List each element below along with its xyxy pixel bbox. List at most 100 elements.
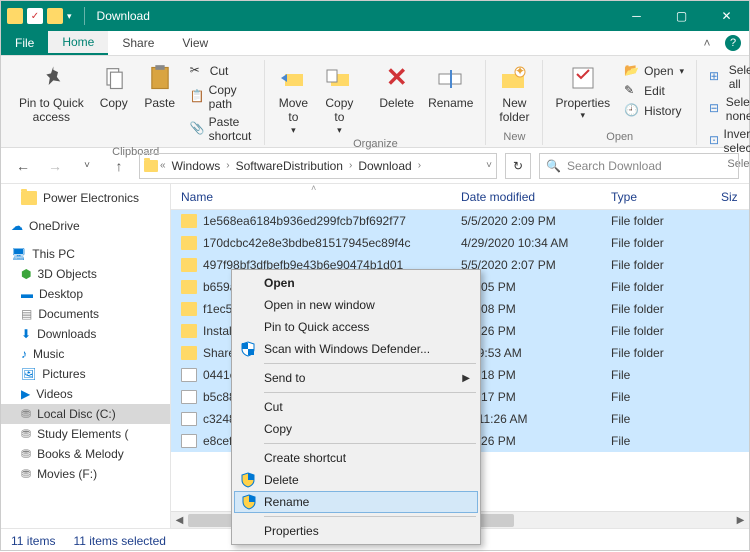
ctx-copy[interactable]: Copy <box>234 418 478 440</box>
new-group-label: New <box>503 131 525 143</box>
select-all-button[interactable]: ⊞Select all <box>707 62 750 92</box>
drive-icon: ⛃ <box>21 447 31 461</box>
ribbon-tabs: File Home Share View ˄ ? <box>1 31 749 56</box>
forward-button[interactable]: → <box>43 154 67 178</box>
drive-icon: ⛃ <box>21 467 31 481</box>
maximize-button[interactable]: ▢ <box>659 1 704 31</box>
nav-3d-objects[interactable]: ⬢3D Objects <box>1 264 170 284</box>
pin-quick-access-button[interactable]: Pin to Quick access <box>13 60 90 127</box>
ctx-create-shortcut[interactable]: Create shortcut <box>234 447 478 469</box>
scroll-left-icon[interactable]: ◀ <box>171 512 188 529</box>
ctx-pin-quick-access[interactable]: Pin to Quick access <box>234 316 478 338</box>
selection-count: 11 items selected <box>73 534 166 548</box>
delete-button[interactable]: ✕Delete <box>373 60 420 112</box>
edit-button[interactable]: ✎Edit <box>622 82 686 100</box>
ctx-open-new-window[interactable]: Open in new window <box>234 294 478 316</box>
breadcrumb-item[interactable]: SoftwareDistribution <box>232 159 347 173</box>
explorer-icon <box>7 8 23 24</box>
breadcrumb-item[interactable]: Windows <box>168 159 225 173</box>
table-row[interactable]: 1e568ea6184b936ed299fcb7bf692f775/5/2020… <box>171 210 749 232</box>
history-button[interactable]: 🕘History <box>622 102 686 120</box>
nav-this-pc[interactable]: 🖥This PC <box>1 244 170 264</box>
file-icon <box>181 390 197 404</box>
file-icon <box>181 412 197 426</box>
move-to-button[interactable]: Move to▾ <box>271 60 315 138</box>
svg-text:✦: ✦ <box>515 64 525 78</box>
nav-study[interactable]: ⛃Study Elements ( <box>1 424 170 444</box>
pc-icon: 🖥 <box>11 247 26 261</box>
search-input[interactable]: 🔍 Search Download <box>539 153 739 179</box>
folder-icon <box>181 214 197 228</box>
copy-path-button[interactable]: 📋Copy path <box>188 82 255 112</box>
cut-button[interactable]: ✂Cut <box>188 62 255 80</box>
table-row[interactable]: 170dcbc42e8e3bdbe81517945ec89f4c4/29/202… <box>171 232 749 254</box>
folder-icon <box>181 346 197 360</box>
col-date[interactable]: Date modified <box>451 190 601 204</box>
qat-dropdown-icon[interactable]: ▾ <box>67 11 72 22</box>
share-tab[interactable]: Share <box>108 31 168 55</box>
ctx-send-to[interactable]: Send to▶ <box>234 367 478 389</box>
back-button[interactable]: ← <box>11 154 35 178</box>
scroll-right-icon[interactable]: ▶ <box>732 512 749 529</box>
folder-icon <box>181 302 197 316</box>
ribbon: Pin to Quick access Copy Paste ✂Cut 📋Cop… <box>1 56 749 148</box>
ctx-delete[interactable]: Delete <box>234 469 478 491</box>
home-tab[interactable]: Home <box>48 31 108 55</box>
nav-videos[interactable]: ▶Videos <box>1 384 170 404</box>
copy-button[interactable]: Copy <box>92 60 136 112</box>
ctx-defender-scan[interactable]: Scan with Windows Defender... <box>234 338 478 360</box>
ctx-properties[interactable]: Properties <box>234 520 478 542</box>
nav-music[interactable]: ♪Music <box>1 344 170 364</box>
paste-button[interactable]: Paste <box>138 60 182 112</box>
refresh-button[interactable]: ↻ <box>505 153 531 179</box>
help-button[interactable]: ? <box>725 35 741 51</box>
col-size[interactable]: Siz <box>711 190 749 204</box>
nav-onedrive[interactable]: ☁OneDrive <box>1 216 170 236</box>
nav-desktop[interactable]: ▬Desktop <box>1 284 170 304</box>
nav-documents[interactable]: ▤Documents <box>1 304 170 324</box>
window-title: Download <box>97 9 150 23</box>
breadcrumb[interactable]: « Windows› SoftwareDistribution› Downloa… <box>139 153 497 179</box>
folder-icon <box>144 160 158 172</box>
nav-books[interactable]: ⛃Books & Melody <box>1 444 170 464</box>
up-button[interactable]: ↑ <box>107 154 131 178</box>
organize-group-label: Organize <box>353 138 398 150</box>
sort-indicator-icon: ˄ <box>311 184 316 193</box>
desktop-icon: ▬ <box>21 287 33 301</box>
ctx-open[interactable]: Open <box>234 272 478 294</box>
qat-check-icon[interactable]: ✓ <box>27 8 43 24</box>
music-icon: ♪ <box>21 347 27 361</box>
title-bar: ✓ ▾ Download ─ ▢ ✕ <box>1 1 749 31</box>
rename-button[interactable]: Rename <box>422 60 479 112</box>
nav-item[interactable]: Power Electronics <box>1 188 170 208</box>
invert-selection-button[interactable]: ⊡Invert selection <box>707 126 750 156</box>
new-folder-button[interactable]: ✦New folder <box>492 60 536 127</box>
paste-shortcut-button[interactable]: 📎Paste shortcut <box>188 114 255 144</box>
nav-movies[interactable]: ⛃Movies (F:) <box>1 464 170 484</box>
document-icon: ▤ <box>21 307 32 321</box>
minimize-button[interactable]: ─ <box>614 1 659 31</box>
properties-button[interactable]: Properties▾ <box>549 60 616 123</box>
file-tab[interactable]: File <box>1 31 48 55</box>
view-tab[interactable]: View <box>168 31 222 55</box>
close-button[interactable]: ✕ <box>704 1 749 31</box>
nav-local-disc-c[interactable]: ⛃Local Disc (C:) <box>1 404 170 424</box>
col-type[interactable]: Type <box>601 190 711 204</box>
open-button[interactable]: 📂Open▾ <box>622 62 686 80</box>
folder-icon <box>181 258 197 272</box>
select-none-button[interactable]: ⊟Select none <box>707 94 750 124</box>
copy-to-button[interactable]: Copy to▾ <box>317 60 361 138</box>
nav-downloads[interactable]: ⬇Downloads <box>1 324 170 344</box>
file-icon <box>181 434 197 448</box>
ctx-cut[interactable]: Cut <box>234 396 478 418</box>
drive-icon: ⛃ <box>21 407 31 421</box>
navigation-pane: Power Electronics ☁OneDrive 🖥This PC ⬢3D… <box>1 184 171 528</box>
nav-pictures[interactable]: 🖼Pictures <box>1 364 170 384</box>
minimize-ribbon-button[interactable]: ˄ <box>697 31 717 55</box>
breadcrumb-dropdown-icon[interactable]: ˅ <box>486 160 492 171</box>
video-icon: ▶ <box>21 387 30 401</box>
recent-locations-button[interactable]: ˅ <box>75 154 99 178</box>
ctx-rename[interactable]: Rename <box>234 491 478 513</box>
breadcrumb-item[interactable]: Download <box>354 159 415 173</box>
uac-shield-icon <box>241 494 257 510</box>
